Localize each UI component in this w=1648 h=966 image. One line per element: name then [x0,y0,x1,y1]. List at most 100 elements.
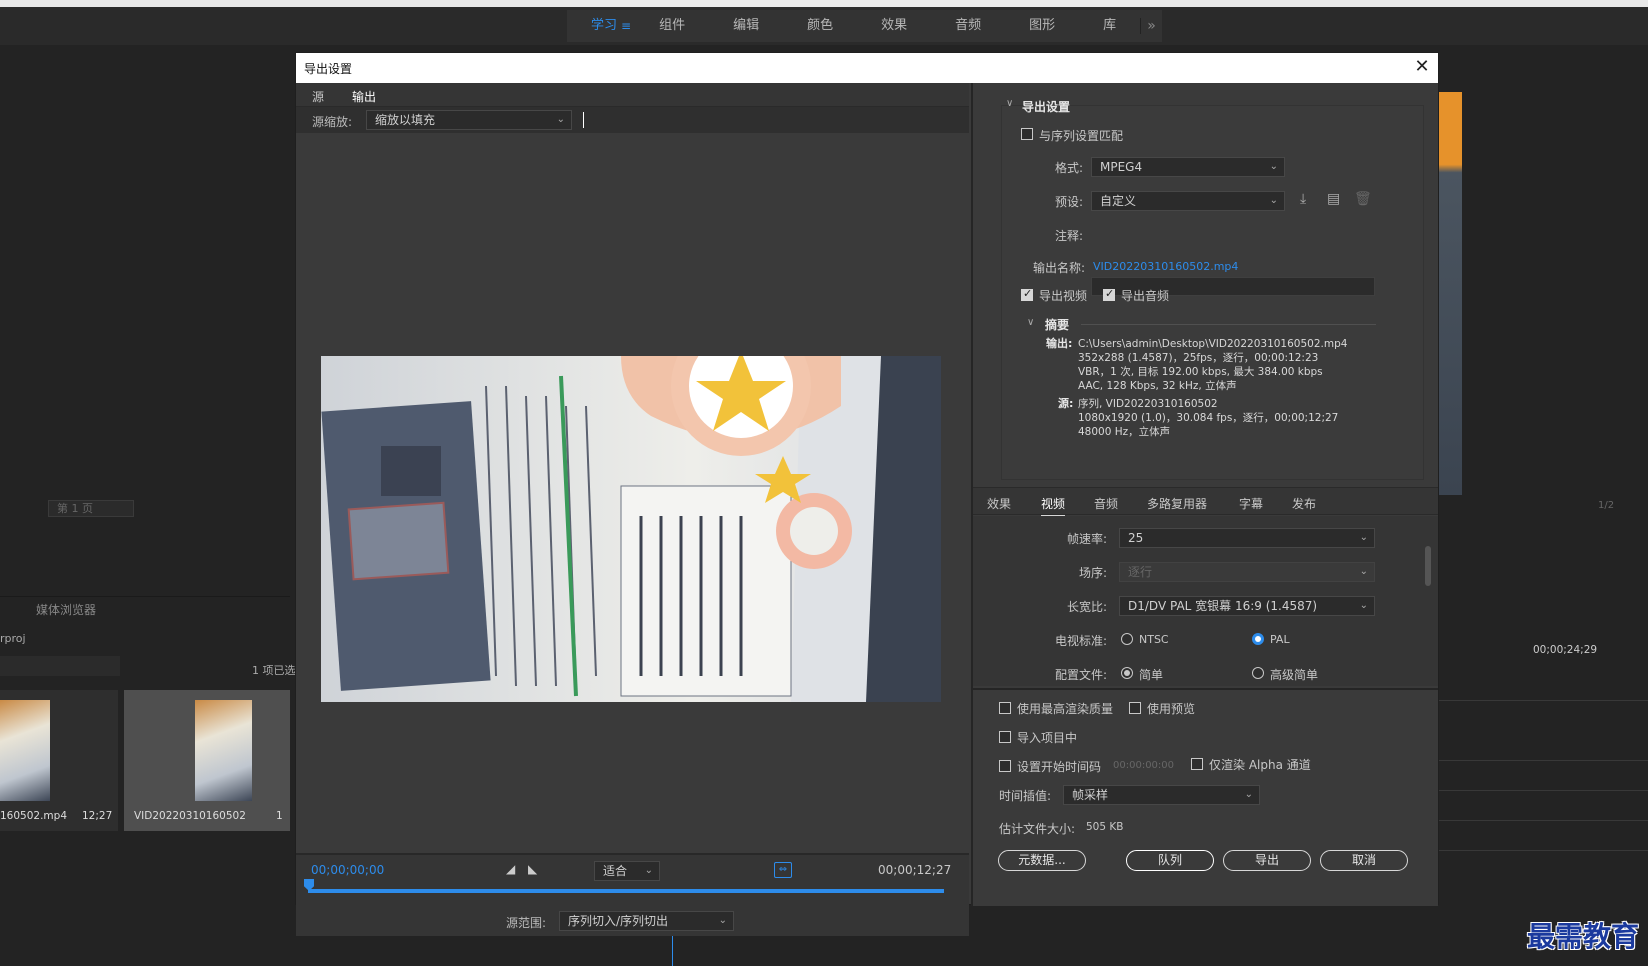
settings-pane: ∨ 导出设置 与序列设置匹配 格式: MPEG4 ⌄ 预设: 自定义 ⌄ ⤓ ▤… [971,83,1438,906]
source-scaling-dropdown[interactable]: 缩放以填充 ⌄ [366,110,572,130]
summary-divider [1081,324,1376,325]
workspace-bar: 学习 ≡ 组件 编辑 颜色 效果 音频 图形 库 » [0,7,1648,45]
chevron-down-icon: ⌄ [1244,789,1253,800]
tv-pal-label: PAL [1270,633,1290,646]
estimated-size-value: 505 KB [1086,821,1124,833]
summary-source-line: 48000 Hz，立体声 [1078,426,1171,438]
source-scaling-label: 源缩放: [312,115,353,129]
import-preset-icon[interactable]: ▤ [1327,191,1340,207]
chevron-down-icon[interactable]: ∨ [1006,98,1013,109]
export-settings-section: ∨ 导出设置 与序列设置匹配 格式: MPEG4 ⌄ 预设: 自定义 ⌄ ⤓ ▤… [973,83,1438,486]
workspace-tab-graphics[interactable]: 图形 [1005,10,1079,42]
project-search-input[interactable] [0,656,120,676]
delete-preset-icon[interactable]: 🗑 [1354,191,1372,207]
workspace-tab-audio[interactable]: 音频 [931,10,1005,42]
field-order-value: 逐行 [1128,565,1153,579]
use-previews-checkbox[interactable] [1129,702,1141,714]
profile-advanced-label: 高级简单 [1270,668,1319,682]
tab-publish[interactable]: 发布 [1292,495,1316,512]
set-in-point-icon[interactable]: ◢ [506,862,515,876]
tab-captions[interactable]: 字幕 [1239,495,1263,512]
profile-advanced-radio[interactable] [1252,667,1264,679]
summary-output-line: C:\Users\admin\Desktop\VID20220310160502… [1078,338,1348,350]
media-browser-tab[interactable]: 媒体浏览器 [36,601,96,618]
tv-ntsc-radio[interactable] [1121,633,1133,645]
tab-output[interactable]: 输出 [352,88,377,109]
save-preset-icon[interactable]: ⤓ [1300,191,1306,207]
tab-multiplexer[interactable]: 多路复用器 [1147,495,1207,512]
tab-video[interactable]: 视频 [1041,495,1066,517]
framerate-value: 25 [1128,531,1144,545]
source-range-value: 序列切入/序列切出 [568,914,669,928]
profile-simple-radio[interactable] [1121,667,1133,679]
text-cursor [583,112,584,128]
set-start-timecode-checkbox[interactable] [999,760,1011,772]
tab-effects[interactable]: 效果 [987,495,1011,512]
metadata-button[interactable]: 元数据... [998,850,1086,871]
format-dropdown[interactable]: MPEG4 ⌄ [1091,157,1285,177]
aspect-correct-icon[interactable]: ⇔ [774,862,792,878]
timeline-timecode: 00;00;24;29 [1533,644,1598,656]
summary-output-line: VBR，1 次, 目标 192.00 kbps, 最大 384.00 kbps [1078,366,1323,378]
preview-pane: 源 输出 源缩放: 缩放以填充 ⌄ 00;00;00;00 ◢ ◣ 适合 ⌄ ⇔… [296,83,969,936]
workspace-tab-effects[interactable]: 效果 [857,10,931,42]
clip-image [195,700,252,801]
import-into-project-checkbox[interactable] [999,731,1011,743]
chevron-down-icon: ⌄ [1359,532,1368,543]
match-sequence-checkbox[interactable] [1021,128,1033,140]
tab-audio[interactable]: 音频 [1094,495,1118,512]
export-audio-checkbox[interactable] [1103,287,1115,301]
source-range-track[interactable] [308,889,944,893]
aspect-label: 长宽比: [1066,600,1107,614]
workspace-menu-icon[interactable]: ≡ [621,19,631,33]
chevron-down-icon: ⌄ [556,114,565,125]
preset-value: 自定义 [1100,194,1137,208]
source-range-label: 源范围: [506,916,547,930]
export-settings-dialog: 导出设置 ✕ 源 输出 源缩放: 缩放以填充 ⌄ 00;00;00;00 ◢ ◣… [295,52,1439,936]
set-out-point-icon[interactable]: ◣ [528,862,537,876]
tv-standard-label: 电视标准: [1054,634,1107,648]
close-icon[interactable]: ✕ [1410,55,1434,79]
dialog-titlebar: 导出设置 ✕ [296,53,1438,83]
tab-source[interactable]: 源 [312,88,324,105]
time-interpolation-value: 帧采样 [1072,788,1109,802]
cancel-button[interactable]: 取消 [1320,850,1408,871]
clip-thumbnail-selected[interactable]: VID20220310160502 1 [124,690,290,831]
clip-thumbnail[interactable]: 160502.mp4 12;27 [0,690,118,831]
start-timecode-value[interactable]: 00:00:00:00 [1113,760,1174,771]
workspace-tabs: 学习 ≡ 组件 编辑 颜色 效果 音频 图形 库 » [567,10,1162,42]
tv-pal-radio[interactable] [1252,633,1264,645]
video-settings-panel: 帧速率: 25 ⌄ 场序: 逐行 ⌄ 长宽比: D1/DV PAL 宽银幕 16… [973,516,1438,686]
page-select[interactable]: 第 1 页 [48,500,134,517]
selected-count: 1 项已选 [252,664,296,677]
match-sequence-label: 与序列设置匹配 [1039,129,1124,143]
framerate-label: 帧速率: [1066,532,1107,546]
workspace-tab-libraries[interactable]: 库 [1079,10,1140,42]
current-timecode[interactable]: 00;00;00;00 [311,863,384,877]
output-name-link[interactable]: VID20220310160502.mp4 [1093,260,1238,273]
clip-duration: 1 [276,810,283,822]
time-interpolation-dropdown[interactable]: 帧采样 ⌄ [1063,785,1260,805]
export-button[interactable]: 导出 [1223,850,1311,871]
workspace-tab-color[interactable]: 颜色 [783,10,857,42]
video-preview-frame [321,356,941,702]
settings-scrollbar[interactable] [1425,546,1431,586]
summary-chevron-icon[interactable]: ∨ [1027,317,1034,328]
queue-button[interactable]: 队列 [1126,850,1214,871]
preset-dropdown[interactable]: 自定义 ⌄ [1091,191,1285,211]
clip-image [0,700,50,801]
preview-scrub-bar: 00;00;00;00 ◢ ◣ 适合 ⌄ ⇔ 00;00;12;27 [296,853,969,906]
summary-output-line: AAC, 128 Kbps, 32 kHz, 立体声 [1078,380,1237,392]
source-range-dropdown[interactable]: 序列切入/序列切出 ⌄ [559,911,734,931]
zoom-fit-dropdown[interactable]: 适合 ⌄ [594,861,660,881]
time-interpolation-label: 时间插值: [999,789,1052,803]
zoom-fit-value: 适合 [603,864,628,878]
workspace-tab-assembly[interactable]: 组件 [635,10,709,42]
workspace-tab-editing[interactable]: 编辑 [709,10,783,42]
alpha-only-checkbox[interactable] [1191,758,1203,770]
aspect-dropdown[interactable]: D1/DV PAL 宽银幕 16:9 (1.4587) ⌄ [1119,596,1375,616]
max-render-quality-checkbox[interactable] [999,702,1011,714]
workspace-more-icon[interactable]: » [1140,18,1162,34]
export-video-checkbox[interactable] [1021,287,1033,301]
framerate-dropdown[interactable]: 25 ⌄ [1119,528,1375,548]
